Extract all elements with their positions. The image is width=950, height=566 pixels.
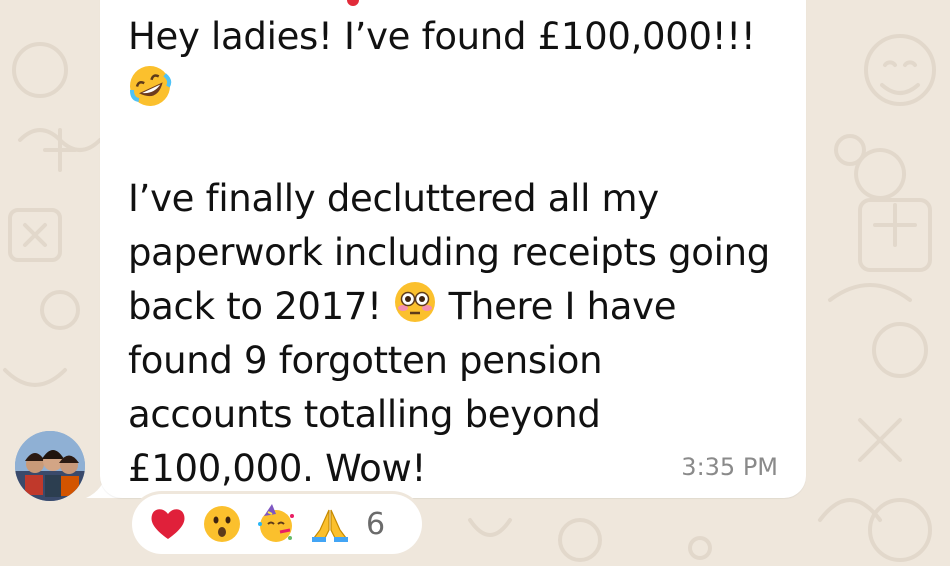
folded-hands-emoji — [310, 504, 350, 544]
sender-avatar[interactable] — [15, 431, 85, 501]
party-face-emoji — [256, 504, 296, 544]
reaction-count: 6 — [366, 506, 386, 542]
reactions-bar[interactable]: 6 — [132, 494, 422, 554]
message-line-1: Hey ladies! I’ve found £100,000!!! — [128, 15, 756, 58]
flushed-emoji — [393, 280, 437, 324]
red-heart-emoji — [148, 504, 188, 544]
message-timestamp: 3:35 PM — [681, 453, 778, 481]
open-mouth-emoji — [202, 504, 242, 544]
rofl-emoji — [128, 64, 172, 108]
message-text: Hey ladies! I’ve found £100,000!!! I’ve … — [128, 10, 788, 496]
